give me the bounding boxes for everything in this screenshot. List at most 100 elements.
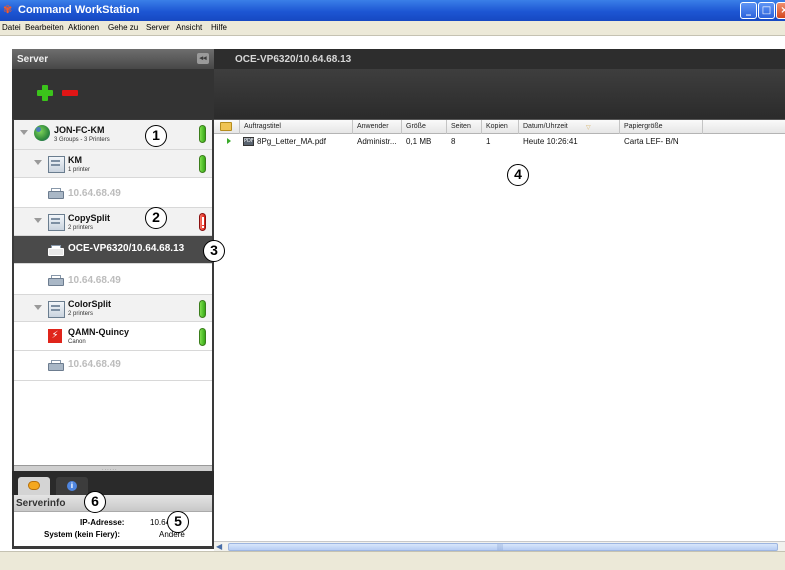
window-title: Command WorkStation <box>18 4 140 16</box>
chat-bubble-icon <box>28 481 40 490</box>
callout-5: 5 <box>167 511 189 533</box>
job-size: 0,1 MB <box>406 137 432 146</box>
tree-row-root[interactable]: JON-FC-KM 3 Groups - 3 Printers <box>14 120 212 150</box>
status-bar <box>0 551 785 570</box>
tree-row-group-copysplit[interactable]: CopySplit 2 printers <box>14 208 212 236</box>
serverinfo-title: Serverinfo <box>16 498 66 509</box>
group-name-km: KM <box>68 155 82 165</box>
play-status-icon <box>227 138 231 144</box>
root-server-sub: 3 Groups - 3 Printers <box>54 137 110 143</box>
group-sub-km: 1 printer <box>68 167 91 173</box>
printer-ip: 10.64.68.49 <box>68 275 121 286</box>
group-server-icon <box>48 301 65 318</box>
group-server-icon <box>48 214 65 231</box>
ip-label: IP-Adresse: <box>80 518 125 527</box>
status-error-icon <box>199 213 206 231</box>
device-sub: Canon <box>68 339 86 345</box>
job-table-header: Auftragstitel Anwender Größe Seiten Kopi… <box>214 120 785 134</box>
title-bar: ✾ Command WorkStation _ □ × <box>0 0 785 21</box>
tree-row-printer[interactable]: 10.64.68.49 <box>14 264 212 295</box>
root-server-name: JON-FC-KM <box>54 125 105 135</box>
group-server-icon <box>48 156 65 173</box>
close-button[interactable]: × <box>776 2 785 19</box>
collapse-panel-icon[interactable]: ◂◂ <box>197 53 209 64</box>
job-copies: 1 <box>486 137 491 146</box>
expand-triangle-icon[interactable] <box>34 160 42 165</box>
status-ok-icon <box>199 328 206 346</box>
table-row[interactable]: PDF 8Pg_Letter_MA.pdf Administr... 0,1 M… <box>214 135 785 149</box>
pdf-file-icon: PDF <box>243 137 254 146</box>
scroll-thumb[interactable]: ||| <box>228 543 778 551</box>
status-ok-icon <box>199 300 206 318</box>
horizontal-scrollbar[interactable]: ◀ ||| <box>214 541 785 551</box>
system-label: System (kein Fiery): <box>44 530 121 539</box>
callout-2: 2 <box>145 207 167 229</box>
minimize-icon: _ <box>746 5 751 16</box>
tree-row-printer[interactable]: 10.64.68.49 <box>14 178 212 208</box>
server-panel-header: Server ◂◂ <box>12 49 214 69</box>
minimize-button[interactable]: _ <box>740 2 757 19</box>
menu-bearbeiten[interactable]: Bearbeiten <box>25 23 64 32</box>
info-icon: i <box>67 481 77 491</box>
menu-gehe-zu[interactable]: Gehe zu <box>108 23 138 32</box>
server-tree: JON-FC-KM 3 Groups - 3 Printers KM 1 pri… <box>14 120 212 465</box>
serverinfo-header: Serverinfo <box>14 495 212 512</box>
maximize-button[interactable]: □ <box>758 2 775 19</box>
canon-device-icon: ⚡ <box>48 329 62 343</box>
tree-row-device-qamn[interactable]: ⚡ QAMN-Quincy Canon <box>14 322 212 351</box>
server-panel-title: Server <box>17 54 49 65</box>
tab-info[interactable]: i <box>56 477 88 495</box>
job-toolbar <box>214 69 785 119</box>
job-title: 8Pg_Letter_MA.pdf <box>257 137 326 146</box>
printer-icon <box>48 360 64 372</box>
folder-icon[interactable] <box>220 122 232 131</box>
add-server-button[interactable] <box>37 85 53 101</box>
server-globe-icon <box>34 125 50 141</box>
tree-row-printer-selected[interactable]: OCE-VP6320/10.64.68.13 <box>14 236 212 264</box>
tree-row-printer[interactable]: 10.64.68.49 <box>14 351 212 381</box>
status-ok-icon <box>199 155 206 173</box>
menu-hilfe[interactable]: Hilfe <box>211 23 227 32</box>
expand-triangle-icon[interactable] <box>34 218 42 223</box>
sort-descending-icon: ▽ <box>586 124 591 131</box>
printer-icon <box>48 275 64 287</box>
job-user: Administr... <box>357 137 397 146</box>
callout-1: 1 <box>145 125 167 147</box>
remove-server-button[interactable] <box>62 90 78 96</box>
tab-chat[interactable] <box>18 477 50 495</box>
tree-row-group-km[interactable]: KM 1 printer <box>14 150 212 178</box>
group-name-copysplit: CopySplit <box>68 213 110 223</box>
close-icon: × <box>780 5 785 16</box>
status-ok-icon <box>199 125 206 143</box>
callout-3: 3 <box>203 240 225 262</box>
scroll-left-icon[interactable]: ◀ <box>216 542 222 551</box>
group-name-colorsplit: ColorSplit <box>68 299 111 309</box>
menu-server[interactable]: Server <box>146 23 170 32</box>
job-paper: Carta LEF- B/N <box>624 137 679 146</box>
printer-ip: 10.64.68.49 <box>68 359 121 370</box>
printer-icon <box>48 188 64 200</box>
group-sub-colorsplit: 2 printers <box>68 311 94 317</box>
menu-datei[interactable]: Datei <box>2 23 21 32</box>
job-datetime: Heute 10:26:41 <box>523 137 578 146</box>
group-sub-copysplit: 2 printers <box>68 225 94 231</box>
printer-icon <box>48 245 64 257</box>
server-toolbar <box>12 69 214 119</box>
printer-name-selected: OCE-VP6320/10.64.68.13 <box>68 243 185 254</box>
menu-ansicht[interactable]: Ansicht <box>176 23 202 32</box>
job-panel-header: OCE-VP6320/10.64.68.13 <box>214 49 785 69</box>
device-name: QAMN-Quincy <box>68 327 130 337</box>
expand-triangle-icon[interactable] <box>34 305 42 310</box>
maximize-icon: □ <box>761 5 772 16</box>
printer-ip: 10.64.68.49 <box>68 188 121 199</box>
info-tabstrip: i <box>12 471 214 495</box>
menu-aktionen[interactable]: Aktionen <box>68 23 99 32</box>
expand-triangle-icon[interactable] <box>20 130 28 135</box>
job-pages: 8 <box>451 137 456 146</box>
server-panel: Server ◂◂ JON-FC-KM 3 Groups - 3 Printer… <box>12 49 214 549</box>
callout-6: 6 <box>84 491 106 513</box>
tree-row-group-colorsplit[interactable]: ColorSplit 2 printers <box>14 295 212 322</box>
selected-printer-title: OCE-VP6320/10.64.68.13 <box>235 54 352 65</box>
menu-bar: Datei Bearbeiten Aktionen Gehe zu Server… <box>0 21 785 36</box>
app-icon: ✾ <box>3 3 13 16</box>
